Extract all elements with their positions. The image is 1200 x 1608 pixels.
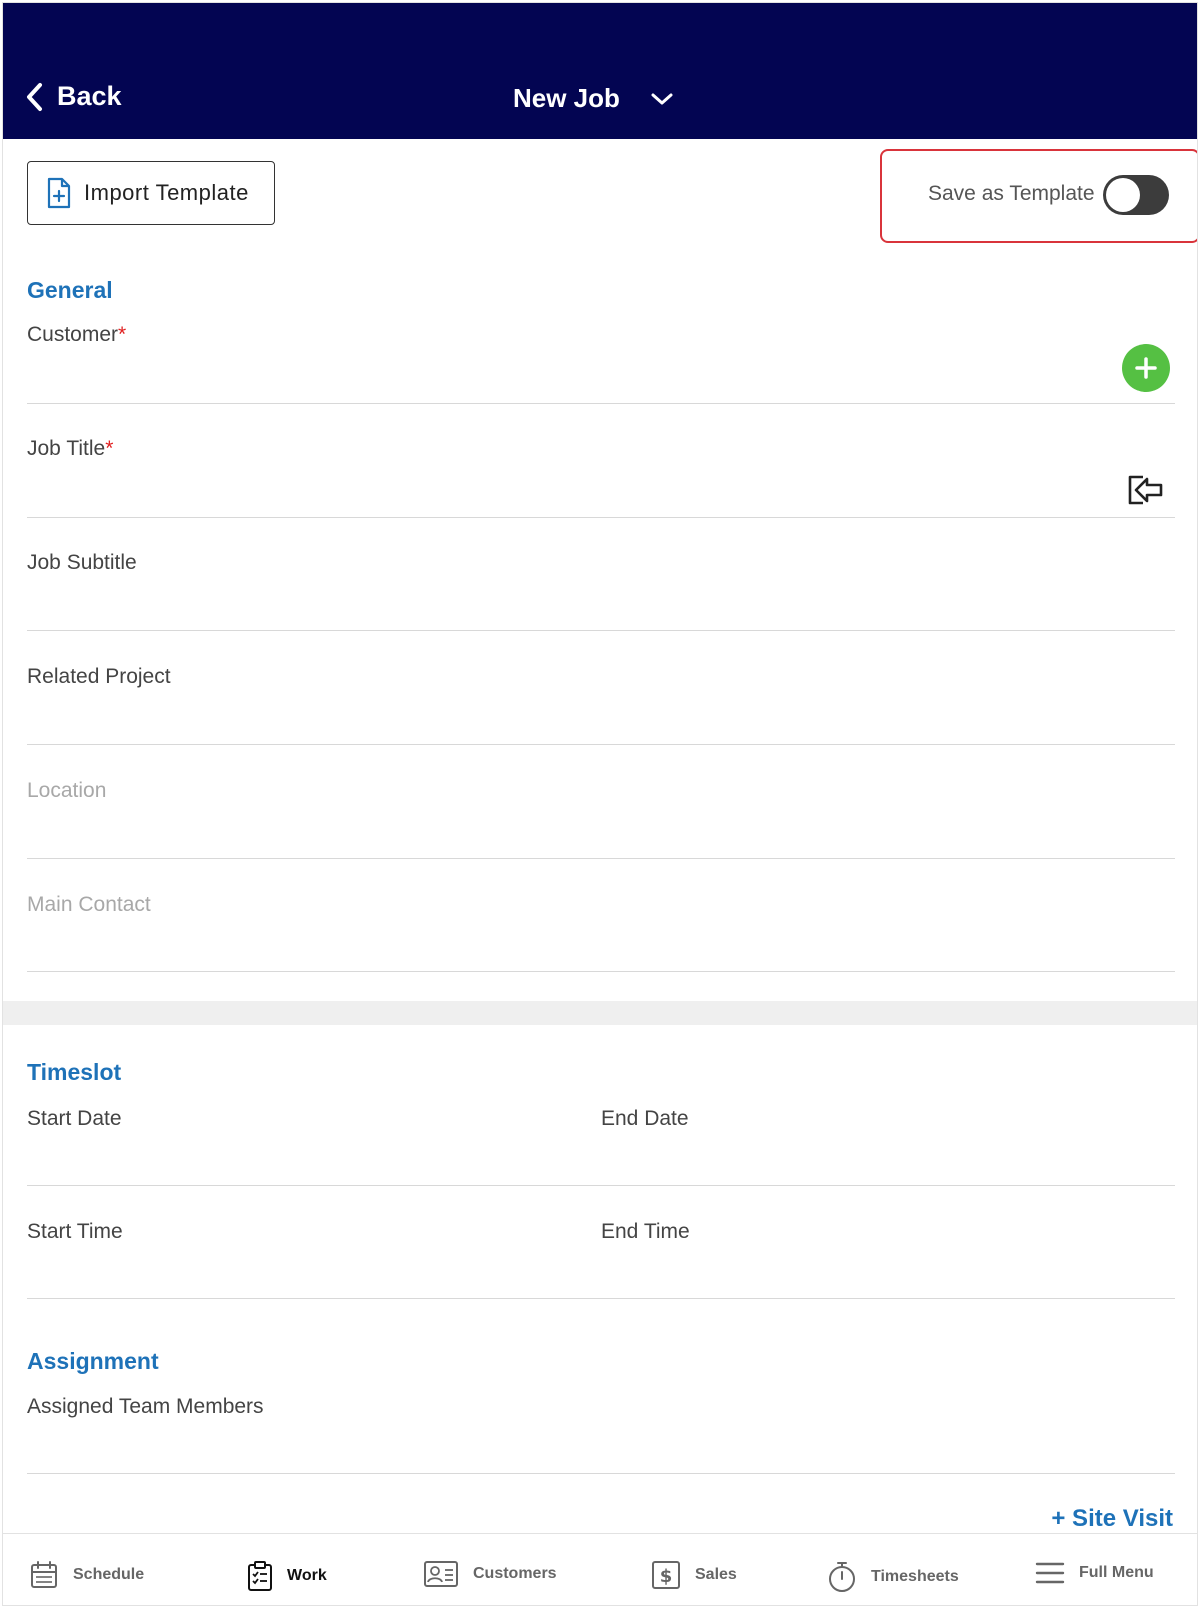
job-title-label-text: Job Title <box>27 437 106 460</box>
location-label: Location <box>27 779 107 802</box>
stopwatch-icon <box>829 1562 855 1592</box>
chevron-left-icon <box>27 82 42 111</box>
nav-customers[interactable]: Customers <box>423 1560 557 1588</box>
import-template-button[interactable]: Import Template <box>27 161 275 225</box>
section-title-assignment: Assignment <box>27 1348 159 1374</box>
hamburger-menu-icon <box>1035 1562 1065 1584</box>
customer-field-underline[interactable] <box>27 403 1175 404</box>
header-bar: Back New Job <box>3 3 1197 139</box>
page-title-selector[interactable]: New Job <box>513 83 674 114</box>
end-date-label: End Date <box>601 1107 689 1130</box>
required-mark: * <box>118 323 127 346</box>
required-mark: * <box>105 437 114 460</box>
toggle-knob <box>1106 178 1140 212</box>
import-template-label: Import Template <box>84 180 249 205</box>
related-project-label: Related Project <box>27 665 171 688</box>
nav-work[interactable]: Work <box>247 1560 327 1592</box>
section-divider <box>3 1001 1197 1025</box>
customer-label-text: Customer <box>27 323 119 346</box>
nav-schedule[interactable]: Schedule <box>29 1560 144 1590</box>
app-frame: Back New Job Import Template Save as Tem… <box>2 2 1198 1606</box>
related-project-field-underline[interactable] <box>27 744 1175 745</box>
nav-timesheets[interactable]: Timesheets <box>827 1560 959 1594</box>
import-arrow-icon[interactable] <box>1127 474 1165 511</box>
start-date-label: Start Date <box>27 1107 122 1130</box>
back-label: Back <box>57 81 122 111</box>
contact-card-icon <box>424 1561 458 1587</box>
add-site-visit-link[interactable]: + Site Visit <box>1051 1505 1173 1533</box>
svg-text:$: $ <box>660 1566 673 1587</box>
location-field-underline[interactable] <box>27 858 1175 859</box>
section-title-timeslot: Timeslot <box>27 1059 122 1085</box>
back-button[interactable]: Back <box>25 81 122 112</box>
page-title: New Job <box>513 83 620 113</box>
nav-customers-label: Customers <box>473 1565 557 1582</box>
nav-schedule-label: Schedule <box>73 1566 145 1583</box>
nav-full-menu-label: Full Menu <box>1079 1564 1154 1581</box>
nav-work-label: Work <box>287 1567 327 1584</box>
nav-sales-label: Sales <box>695 1566 737 1583</box>
chevron-down-icon[interactable] <box>650 91 674 107</box>
main-contact-field-underline[interactable] <box>27 971 1175 972</box>
dollar-sign-icon: $ <box>652 1561 680 1589</box>
job-title-field-label: Job Title* <box>27 437 113 461</box>
assigned-team-label: Assigned Team Members <box>27 1395 264 1418</box>
calendar-icon <box>31 1561 57 1588</box>
assigned-team-field-underline[interactable] <box>27 1473 1175 1474</box>
save-as-template-toggle[interactable] <box>1103 175 1169 215</box>
clipboard-icon <box>248 1561 272 1591</box>
section-title-general: General <box>27 277 113 303</box>
job-title-field-underline[interactable] <box>27 517 1175 518</box>
start-time-label: Start Time <box>27 1220 123 1243</box>
nav-sales[interactable]: $ Sales <box>651 1560 737 1590</box>
main-contact-label: Main Contact <box>27 893 151 916</box>
save-as-template-label: Save as Template <box>928 182 1095 205</box>
nav-full-menu[interactable]: Full Menu <box>1035 1560 1154 1586</box>
job-subtitle-field-underline[interactable] <box>27 630 1175 631</box>
document-plus-icon <box>47 177 71 209</box>
job-subtitle-label: Job Subtitle <box>27 551 137 574</box>
time-fields-underline[interactable] <box>27 1298 1175 1299</box>
plus-icon <box>1135 357 1157 379</box>
add-customer-button[interactable] <box>1122 344 1170 392</box>
end-time-label: End Time <box>601 1220 690 1243</box>
date-fields-underline[interactable] <box>27 1185 1175 1186</box>
customer-field-label: Customer* <box>27 323 126 347</box>
bottom-navigation: Schedule Work Customers $ Sales Timeshee… <box>3 1533 1197 1605</box>
nav-timesheets-label: Timesheets <box>871 1568 959 1585</box>
